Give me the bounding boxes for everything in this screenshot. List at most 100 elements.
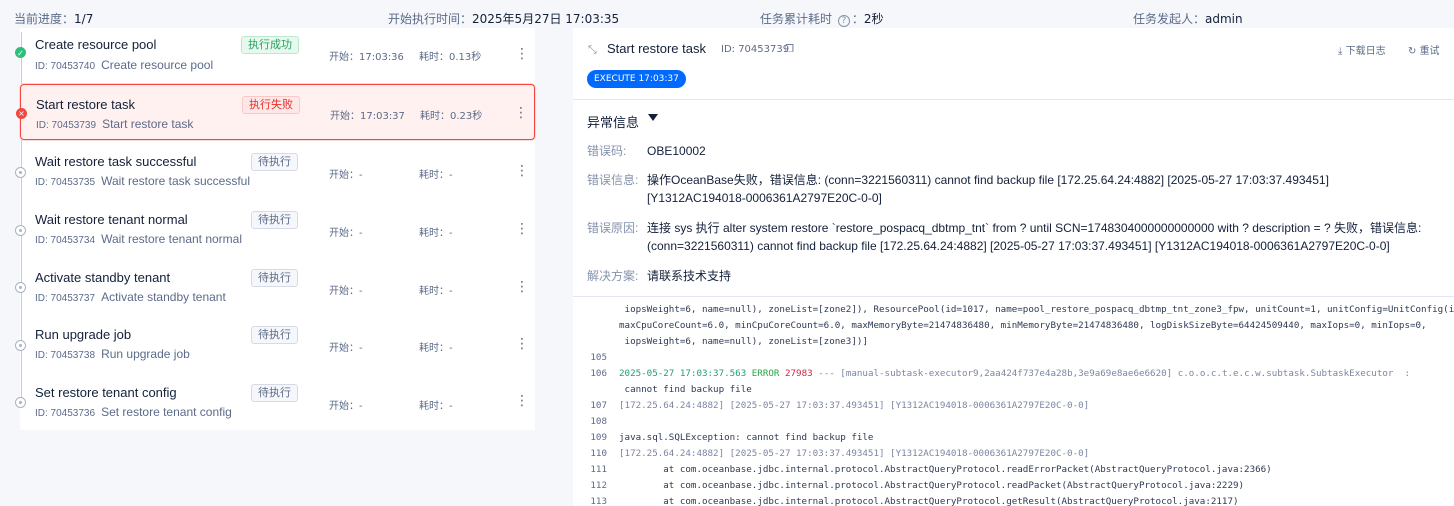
task-name: Start restore task: [36, 97, 135, 112]
task-item-create-resource-pool[interactable]: ✓ Create resource pool ID: 70453740 Creat…: [15, 28, 535, 84]
error-code-value: OBE10002: [647, 144, 706, 158]
pending-dot-icon: [15, 340, 26, 351]
task-subname: Wait restore task successful: [101, 174, 250, 188]
error-reason-row: 错误原因: 连接 sys 执行 alter system restore `re…: [587, 219, 1421, 253]
task-subtitle: ID: 70453737 Activate standby tenant: [35, 290, 226, 304]
task-duration: 耗时：-: [419, 228, 453, 239]
pending-dot-icon: [15, 225, 26, 236]
task-item-wait-restore-tenant[interactable]: Wait restore tenant normal ID: 70453734 W…: [15, 202, 535, 258]
log-line: 108: [573, 416, 619, 427]
pending-dot-icon: [15, 167, 26, 178]
line-number: 111: [590, 464, 607, 475]
start-time-label: 开始执行时间：: [388, 12, 473, 26]
task-name: Wait restore task successful: [35, 154, 197, 169]
log-timestamp: 2025-05-27 17:03:37.563: [619, 368, 752, 379]
task-subname: Start restore task: [102, 117, 194, 131]
more-actions-icon[interactable]: ⋮: [515, 279, 529, 295]
line-number: 110: [590, 448, 607, 459]
retry-button[interactable]: ↻ 重试: [1408, 42, 1440, 57]
log-line: 106 2025-05-27 17:03:37.563 ERROR 27983 -…: [573, 368, 1410, 379]
caret-down-icon[interactable]: [648, 114, 658, 121]
detail-header: ⤡ Start restore task ID: 70453739 ❐ ⤓ 下载…: [573, 28, 1454, 100]
more-actions-icon[interactable]: ⋮: [515, 163, 529, 179]
status-badge: 执行失败: [242, 96, 300, 114]
log-line: 107 [172.25.64.24:4882] [2025-05-27 17:03…: [573, 400, 1089, 411]
line-number: 112: [590, 480, 607, 491]
help-icon[interactable]: ?: [837, 15, 850, 27]
task-duration: 耗时：-: [419, 170, 453, 181]
progress-summary: 当前进度：1/7: [14, 10, 93, 27]
more-actions-icon[interactable]: ⋮: [515, 221, 529, 237]
task-item-wait-restore-task[interactable]: Wait restore task successful ID: 7045373…: [15, 144, 535, 200]
task-subtitle: ID: 70453736 Set restore tenant config: [35, 405, 232, 419]
line-number: 108: [590, 416, 607, 427]
log-line: 105: [573, 352, 619, 363]
task-id: ID: 70453737: [35, 293, 96, 304]
detail-title: Start restore task: [607, 41, 706, 56]
task-item-start-restore-task[interactable]: × Start restore task ID: 70453739 Start r…: [16, 84, 535, 140]
error-reason-line1: 连接 sys 执行 alter system restore `restore_…: [647, 221, 1422, 235]
task-duration: 耗时：0.13秒: [419, 52, 482, 63]
task-subtitle: ID: 70453740 Create resource pool: [35, 58, 213, 72]
log-text: [172.25.64.24:4882] [2025-05-27 17:03:37…: [619, 400, 1090, 411]
more-actions-icon[interactable]: ⋮: [515, 336, 529, 352]
more-actions-icon[interactable]: ⋮: [515, 393, 529, 409]
error-info-line2: [Y1312AC194018-0006361A2797E20C-0-0]: [647, 191, 882, 205]
task-item-set-restore-tenant-config[interactable]: Set restore tenant config ID: 70453736 Se…: [15, 375, 535, 431]
task-start-time: 开始：-: [329, 170, 363, 181]
initiator-summary: 任务发起人：admin: [1133, 10, 1243, 27]
more-actions-icon[interactable]: ⋮: [514, 105, 528, 121]
log-message: --- [manual-subtask-executor9,2aa424f737…: [812, 368, 1411, 379]
task-duration: 耗时：-: [419, 343, 453, 354]
error-x-icon: ×: [16, 108, 27, 119]
status-badge: 待执行: [251, 153, 298, 171]
task-duration: 耗时：0.23秒: [420, 111, 483, 122]
task-start-time: 开始：-: [329, 286, 363, 297]
task-item-run-upgrade-job[interactable]: Run upgrade job ID: 70453738 Run upgrade …: [15, 317, 535, 373]
log-text: at com.oceanbase.jdbc.internal.protocol.…: [619, 480, 1245, 491]
log-viewer[interactable]: iopsWeight=6, name=null), zoneList=[zone…: [573, 296, 1454, 506]
start-time-summary: 开始执行时间：2025年5月27日 17:03:35: [388, 10, 619, 27]
task-subname: Run upgrade job: [101, 347, 190, 361]
retry-label: 重试: [1419, 46, 1440, 57]
task-id: ID: 70453735: [35, 177, 96, 188]
task-start-time: 开始：-: [329, 228, 363, 239]
status-badge: 执行成功: [241, 36, 299, 54]
status-badge: 待执行: [251, 269, 298, 287]
task-subtitle: ID: 70453738 Run upgrade job: [35, 347, 190, 361]
copy-icon[interactable]: ❐: [785, 44, 794, 55]
log-line: 112 at com.oceanbase.jdbc.internal.proto…: [573, 480, 1244, 491]
task-id: ID: 70453740: [35, 61, 96, 72]
log-line: iopsWeight=6, name=null), zoneList=[zone…: [619, 336, 868, 347]
log-line: iopsWeight=6, name=null), zoneList=[zone…: [619, 304, 1454, 315]
execute-tag[interactable]: EXECUTE 17:03:37: [587, 70, 686, 88]
error-code-row: 错误码: OBE10002: [587, 142, 706, 160]
log-text: java.sql.SQLException: cannot find backu…: [619, 432, 874, 443]
line-number: 113: [590, 496, 607, 506]
log-text: at com.oceanbase.jdbc.internal.protocol.…: [619, 496, 1239, 506]
error-code-label: 错误码:: [587, 144, 627, 158]
error-info-row: 错误信息: 操作OceanBase失败，错误信息: (conn=32215603…: [587, 171, 1329, 205]
task-duration: 耗时：-: [419, 286, 453, 297]
download-log-label: 下载日志: [1345, 46, 1386, 57]
task-subname: Activate standby tenant: [101, 290, 226, 304]
task-start-time: 开始：-: [329, 401, 363, 412]
line-number: 109: [590, 432, 607, 443]
task-item-activate-standby[interactable]: Activate standby tenant ID: 70453737 Acti…: [15, 260, 535, 316]
solution-row: 解决方案: 请联系技术支持: [587, 267, 731, 285]
download-log-button[interactable]: ⤓ 下载日志: [1338, 42, 1386, 57]
log-line: 109 java.sql.SQLException: cannot find ba…: [573, 432, 873, 443]
error-info-section: 异常信息 错误码: OBE10002 错误信息: 操作OceanBase失败，错…: [573, 100, 1454, 296]
task-detail-panel: ⤡ Start restore task ID: 70453739 ❐ ⤓ 下载…: [573, 28, 1454, 506]
log-line: cannot find backup file: [619, 384, 752, 395]
task-id: ID: 70453738: [35, 350, 96, 361]
initiator-label: 任务发起人：: [1133, 12, 1206, 26]
pending-dot-icon: [15, 397, 26, 408]
start-time-value: 2025年5月27日 17:03:35: [472, 12, 620, 26]
more-actions-icon[interactable]: ⋮: [515, 46, 529, 62]
task-subname: Set restore tenant config: [101, 405, 232, 419]
expand-icon[interactable]: ⤡: [588, 43, 597, 57]
line-number: 107: [590, 400, 607, 411]
log-line: 111 at com.oceanbase.jdbc.internal.proto…: [573, 464, 1271, 475]
task-start-time: 开始：-: [329, 343, 363, 354]
